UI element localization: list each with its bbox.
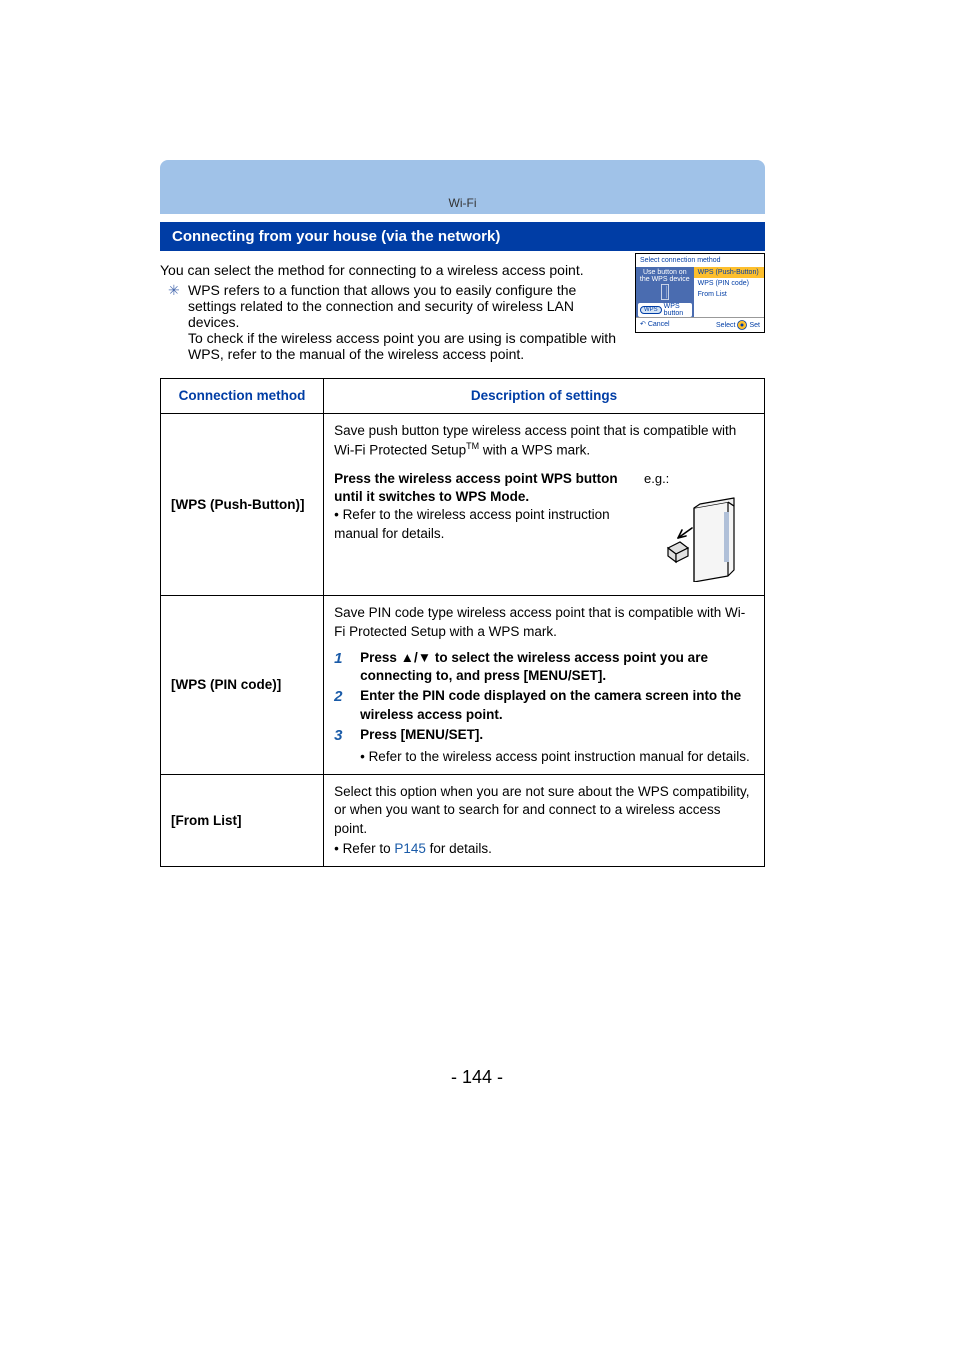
row3-line-a: Select this option when you are not sure… — [334, 783, 754, 838]
step-1: 1 Press ▲/▼ to select the wireless access… — [334, 649, 754, 685]
footer-cancel-text: Cancel — [648, 321, 670, 328]
wps-footnote-a: WPS refers to a function that allows you… — [188, 282, 623, 330]
step-2: 2 Enter the PIN code displayed on the cam… — [334, 687, 754, 723]
table-header-row: Connection method Description of setting… — [161, 378, 765, 413]
page-number: 144 — [0, 1067, 954, 1088]
tm-mark: TM — [466, 441, 479, 451]
row1-intro-b: with a WPS mark. — [479, 443, 590, 458]
step-3: 3 Press [MENU/SET]. — [334, 726, 754, 746]
eg-label: e.g.: — [644, 471, 669, 486]
row3-desc: Select this option when you are not sure… — [324, 775, 765, 867]
row1-intro: Save push button type wireless access po… — [334, 422, 754, 460]
camera-ui-menu: WPS (Push-Button) WPS (PIN code) From Li… — [694, 267, 764, 317]
row2-ref-text: Refer to the wireless access point instr… — [369, 749, 750, 764]
camera-ui-left-text: Use button on the WPS device — [640, 269, 690, 283]
router-mini-icon — [658, 283, 672, 303]
row3-label: [From List] — [161, 775, 324, 867]
router-icon — [644, 492, 744, 582]
footer-select-text: Select — [716, 322, 735, 329]
row2-intro: Save PIN code type wireless access point… — [334, 604, 754, 640]
menu-opt-wps-push: WPS (Push-Button) — [694, 267, 764, 278]
row1-instruction: Press the wireless access point WPS butt… — [334, 470, 754, 587]
step-text: Enter the PIN code displayed on the came… — [360, 687, 754, 723]
step-num: 1 — [334, 649, 350, 685]
footnote-star-icon: ✳ — [168, 282, 180, 299]
p145-link[interactable]: P145 — [394, 841, 426, 856]
row1-instr-note-text: Refer to the wireless access point instr… — [334, 507, 610, 540]
footer-set-text: Set — [749, 322, 760, 329]
footer-cancel: ↶ Cancel — [640, 320, 670, 330]
row3-line-b-pre: Refer to — [343, 841, 395, 856]
step-num: 2 — [334, 687, 350, 723]
row3-line-b: • Refer to P145 for details. — [334, 840, 754, 858]
camera-ui-screenshot: Select connection method Use button on t… — [635, 253, 765, 333]
step-text: Press [MENU/SET]. — [360, 726, 754, 746]
camera-ui-left-line1: Use button on — [643, 269, 687, 276]
camera-ui-left-line2: the WPS device — [640, 276, 690, 283]
camera-ui-title: Select connection method — [636, 254, 764, 267]
th-desc: Description of settings — [324, 378, 765, 413]
row2-label: [WPS (PIN code)] — [161, 596, 324, 775]
row1-instr-bold: Press the wireless access point WPS butt… — [334, 470, 632, 506]
table-row: [WPS (PIN code)] Save PIN code type wire… — [161, 596, 765, 775]
section-title: Connecting from your house (via the netw… — [160, 222, 765, 251]
menu-opt-wps-pin: WPS (PIN code) — [694, 278, 764, 289]
footer-select-set: Select Set — [716, 320, 760, 330]
page-content: Wi-Fi Connecting from your house (via th… — [160, 190, 765, 867]
row2-ref: • Refer to the wireless access point ins… — [334, 748, 754, 766]
row3-line-b-post: for details. — [426, 841, 492, 856]
camera-ui-left-pane: Use button on the WPS device WPS WPS but… — [636, 267, 694, 317]
wps-footnote: ✳ WPS refers to a function that allows y… — [160, 282, 623, 362]
wps-button-text: WPS button — [664, 303, 690, 317]
row1-desc: Save push button type wireless access po… — [324, 414, 765, 596]
dpad-icon — [737, 320, 747, 330]
table-row: [From List] Select this option when you … — [161, 775, 765, 867]
intro-row: You can select the method for connecting… — [160, 251, 765, 362]
step-num: 3 — [334, 726, 350, 746]
running-head: Wi-Fi — [160, 190, 765, 216]
row1-label: [WPS (Push-Button)] — [161, 414, 324, 596]
row2-desc: Save PIN code type wireless access point… — [324, 596, 765, 775]
wps-oval-icon: WPS — [640, 306, 662, 314]
row1-instr-note: • Refer to the wireless access point ins… — [334, 507, 610, 540]
wps-footnote-b: To check if the wireless access point yo… — [188, 330, 623, 362]
table-row: [WPS (Push-Button)] Save push button typ… — [161, 414, 765, 596]
connection-methods-table: Connection method Description of setting… — [160, 378, 765, 867]
row1-instr-text: Press the wireless access point WPS butt… — [334, 470, 632, 587]
router-example: e.g.: — [644, 470, 754, 587]
intro-text: You can select the method for connecting… — [160, 251, 623, 362]
camera-ui-footer: ↶ Cancel Select Set — [636, 317, 764, 332]
step-text: Press ▲/▼ to select the wireless access … — [360, 649, 754, 685]
camera-ui-body: Use button on the WPS device WPS WPS but… — [636, 267, 764, 317]
menu-opt-from-list: From List — [694, 289, 764, 300]
row2-steps: 1 Press ▲/▼ to select the wireless access… — [334, 649, 754, 746]
th-method: Connection method — [161, 378, 324, 413]
wps-button-label: WPS WPS button — [638, 303, 692, 317]
lead-paragraph: You can select the method for connecting… — [160, 261, 623, 280]
